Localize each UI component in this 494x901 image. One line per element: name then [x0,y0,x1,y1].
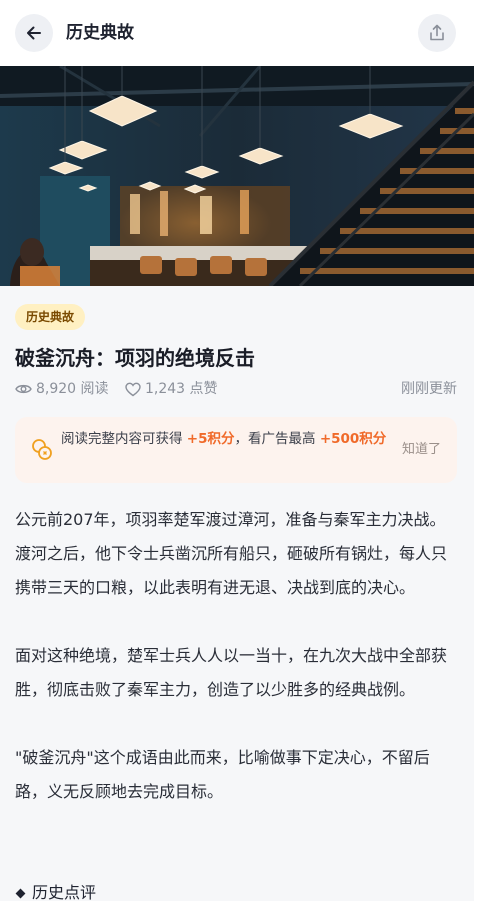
section-heading-label: 历史点评 [32,883,97,901]
article-title: 破釜沉舟：项羽的绝境反击 [15,346,255,370]
view-count-label: 8,920 阅读 [36,381,109,397]
eye-icon [15,384,32,394]
reward-text-prefix: 阅读完整内容可获得 [61,431,187,447]
updated-time: 刚刚更新 [401,381,457,397]
bullet-diamond-icon [15,888,26,898]
page-title: 历史典故 [66,23,134,43]
view-count: 8,920 阅读 [15,378,109,400]
share-icon [430,24,444,41]
top-bar: 历史典故 [0,0,474,66]
article-page: 历史典故 历史典故 破釜沉舟：项羽的绝境反击 8,920 阅读 1,243 点赞… [0,0,474,901]
arrow-left-icon [27,26,41,40]
heart-icon [125,382,141,396]
category-tag: 历史典故 [15,304,86,330]
paragraph: 公元前207年，项羽率楚军渡过漳河，准备与秦军主力决战。渡河之后，他下令士兵凿沉… [15,510,448,597]
section-heading: 历史点评 [15,878,96,901]
paragraph: 面对这种绝境，楚军士兵人人以一当十，在九次大战中全部获胜，彻底击败了秦军主力，创… [15,646,448,699]
dismiss-button[interactable]: 知道了 [402,440,441,460]
article-body: 公元前207年，项羽率楚军渡过漳河，准备与秦军主力决战。渡河之后，他下令士兵凿沉… [15,503,460,809]
hero-image [0,66,474,286]
article-meta: 8,920 阅读 1,243 点赞 刚刚更新 [15,378,457,400]
share-button[interactable] [418,14,456,52]
like-count-label: 1,243 点赞 [145,381,218,397]
back-button[interactable] [15,14,53,52]
ad-reward: +500积分 [319,431,387,447]
paragraph: "破釜沉舟"这个成语由此而来，比喻做事下定决心，不留后路，义无反顾地去完成目标。 [15,748,430,801]
scrollbar-track [474,0,494,901]
reward-text-middle: ，看广告最高 [234,431,320,447]
like-count[interactable]: 1,243 点赞 [125,378,218,400]
read-reward: +5积分 [186,431,235,447]
reward-banner: 阅读完整内容可获得 +5积分，看广告最高 +500积分 知道了 [15,417,457,483]
reward-message: 阅读完整内容可获得 +5积分，看广告最高 +500积分 [61,429,391,450]
coins-icon [32,439,52,460]
